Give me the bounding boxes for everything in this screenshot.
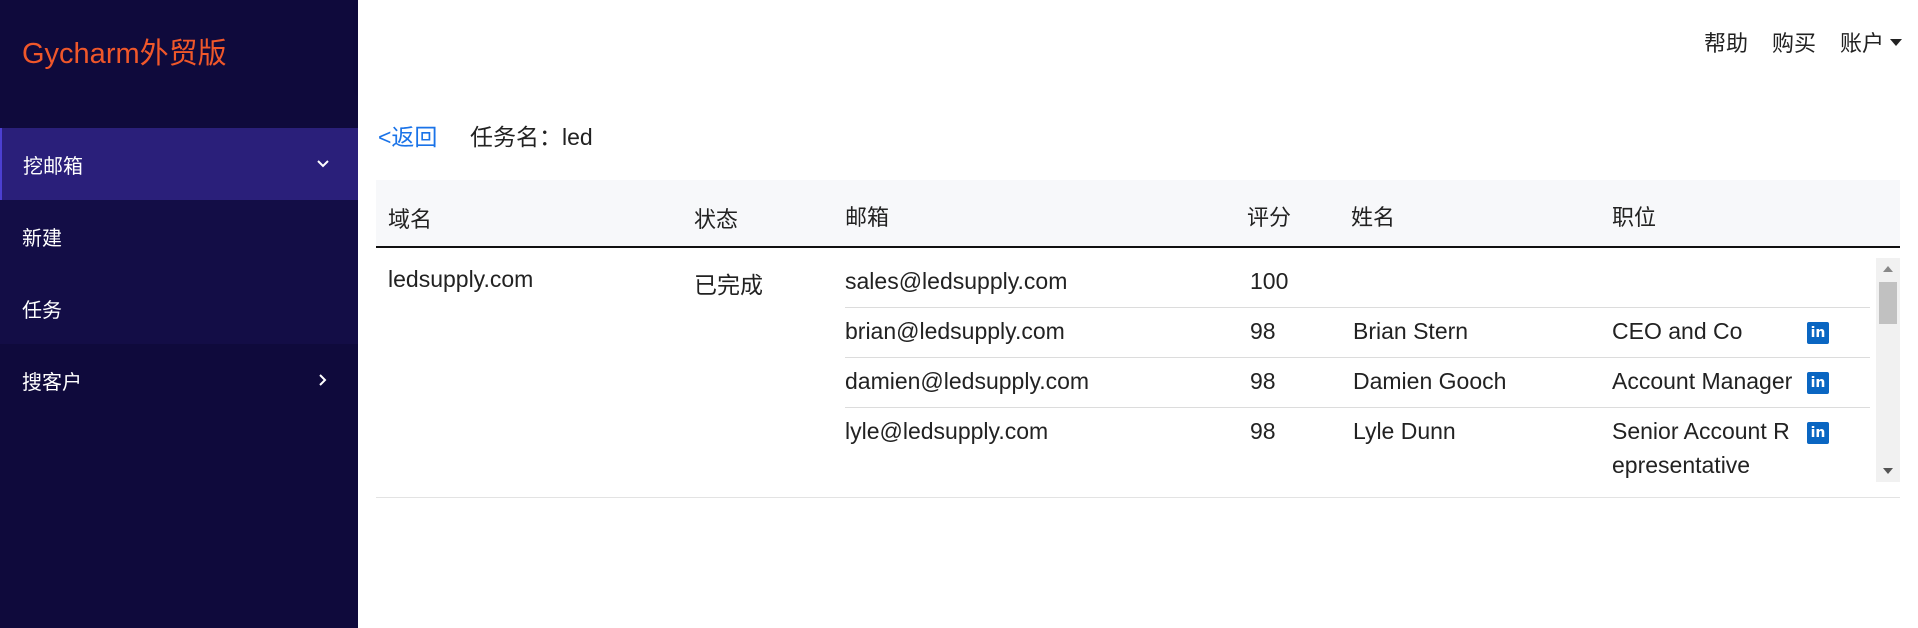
back-link[interactable]: <返回 [378, 118, 437, 152]
title-cell: Senior Account R [1612, 418, 1790, 444]
sidebar-item-mine-email[interactable]: 挖邮箱 [0, 128, 358, 200]
sidebar-menu: 挖邮箱 新建 任务 搜客户 [0, 128, 358, 416]
header-score: 评分 [1247, 205, 1292, 230]
email-cell[interactable]: lyle@ledsupply.com [845, 418, 1048, 445]
email-cell[interactable]: brian@ledsupply.com [845, 318, 1065, 345]
table-header: 域名 状态 邮箱 评分 姓名 职位 [376, 180, 1900, 248]
linkedin-icon[interactable]: in [1807, 422, 1829, 444]
score-cell: 98 [1250, 368, 1276, 394]
table-row: brian@ledsupply.com 98 Brian Stern CEO a… [845, 308, 1870, 358]
app-logo[interactable]: Gycharm外贸版 [22, 30, 227, 72]
score-cell: 98 [1250, 318, 1276, 344]
title-cell-continued: epresentative [1612, 452, 1751, 478]
emails-scrollbar[interactable] [1876, 258, 1900, 482]
name-cell: Lyle Dunn [1353, 418, 1456, 444]
table-row: lyle@ledsupply.com 98 Lyle Dunn Senior A… [845, 408, 1870, 486]
buy-link[interactable]: 购买 [1772, 26, 1816, 58]
status-cell: 已完成 [694, 272, 763, 298]
header-status: 状态 [694, 207, 739, 232]
chevron-right-icon [319, 374, 327, 386]
linkedin-icon[interactable]: in [1807, 322, 1829, 344]
task-title: 任务名：led [470, 118, 593, 152]
header-email: 邮箱 [845, 205, 890, 230]
sidebar-item-label: 搜客户 [22, 371, 82, 394]
table-body: ledsupply.com 已完成 sales@ledsupply.com 10… [376, 248, 1900, 498]
scroll-up-icon[interactable] [1883, 266, 1893, 272]
help-link[interactable]: 帮助 [1704, 26, 1748, 58]
top-nav: 帮助 购买 账户 [1704, 26, 1902, 58]
caret-down-icon [1890, 38, 1902, 46]
header-name: 姓名 [1351, 205, 1396, 230]
title-cell: Account Manager [1612, 368, 1793, 394]
top-bar: 帮助 购买 账户 [358, 0, 1918, 90]
table-row: damien@ledsupply.com 98 Damien Gooch Acc… [845, 358, 1870, 408]
sidebar: Gycharm外贸版 挖邮箱 新建 任务 搜客户 [0, 0, 358, 628]
sidebar-item-label: 新建 [22, 227, 62, 250]
sidebar-item-search-customers[interactable]: 搜客户 [0, 344, 358, 416]
account-label: 账户 [1839, 31, 1884, 56]
table-row: sales@ledsupply.com 100 [845, 258, 1870, 308]
header-title: 职位 [1612, 205, 1657, 230]
task-prefix: 任务名： [470, 124, 562, 150]
sidebar-item-label: 挖邮箱 [23, 155, 83, 178]
scroll-down-icon[interactable] [1883, 468, 1893, 474]
sidebar-item-label: 任务 [22, 299, 62, 322]
results-table: 域名 状态 邮箱 评分 姓名 职位 ledsupply.com 已完成 sale… [376, 180, 1900, 498]
chevron-down-icon [317, 160, 329, 168]
sidebar-item-new[interactable]: 新建 [0, 200, 358, 272]
name-cell: Damien Gooch [1353, 368, 1507, 394]
domain-cell: ledsupply.com [388, 266, 534, 292]
linkedin-icon[interactable]: in [1807, 372, 1829, 394]
email-cell[interactable]: sales@ledsupply.com [845, 268, 1067, 295]
title-cell: CEO and Co [1612, 318, 1743, 344]
scroll-thumb[interactable] [1879, 282, 1897, 324]
main-content: <返回 任务名：led 域名 状态 邮箱 评分 姓名 职位 ledsupply.… [358, 90, 1918, 628]
header-domain: 域名 [388, 207, 433, 232]
sidebar-item-tasks[interactable]: 任务 [0, 272, 358, 344]
email-cell[interactable]: damien@ledsupply.com [845, 368, 1089, 395]
account-dropdown[interactable]: 账户 [1840, 26, 1902, 58]
score-cell: 98 [1250, 418, 1276, 444]
name-cell: Brian Stern [1353, 318, 1469, 344]
score-cell: 100 [1250, 268, 1289, 294]
task-name: led [562, 124, 593, 150]
